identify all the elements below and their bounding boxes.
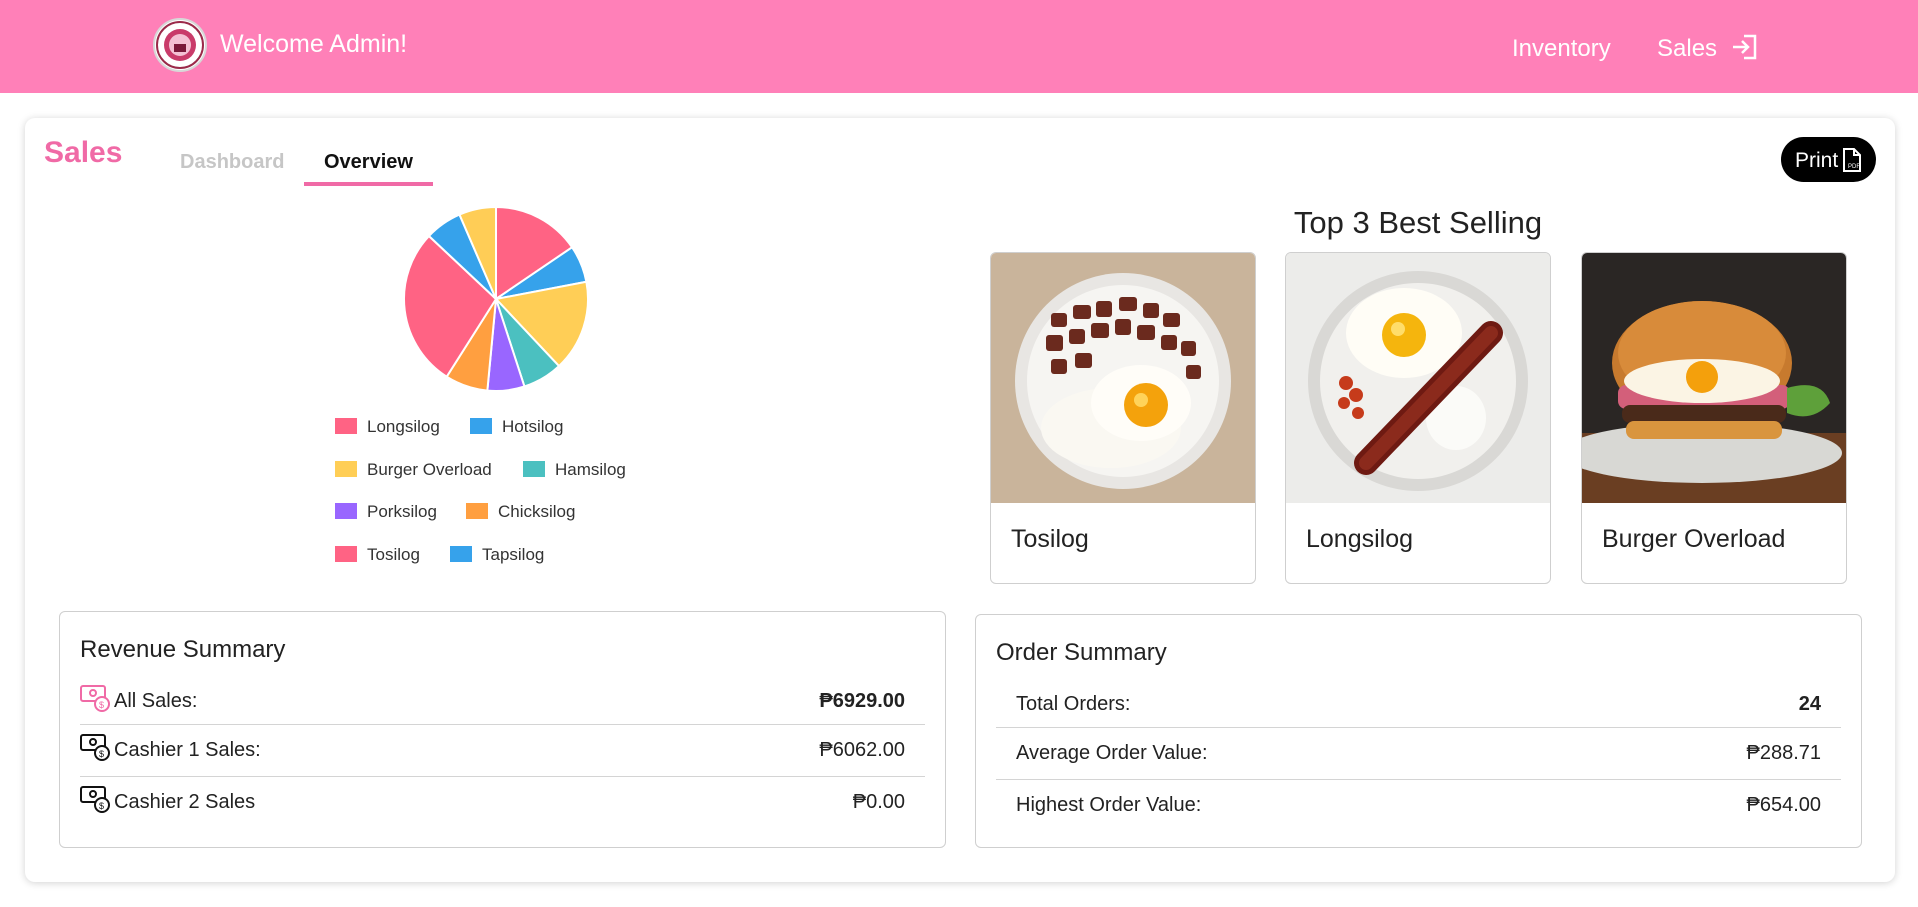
svg-text:PDF: PDF [1848, 164, 1860, 170]
tab-dashboard[interactable]: Dashboard [180, 151, 284, 174]
page-title: Sales [44, 136, 123, 169]
revenue-summary-title: Revenue Summary [80, 636, 286, 663]
svg-text:$: $ [99, 749, 104, 759]
order-value: 24 [1798, 693, 1821, 715]
best-selling-card[interactable]: Longsilog [1285, 252, 1551, 584]
legend-label: Chicksilog [498, 502, 576, 521]
order-summary-title: Order Summary [996, 639, 1167, 666]
order-summary-panel: Order Summary Total Orders: 24 Average O… [975, 614, 1862, 848]
legend-label: Hamsilog [555, 460, 626, 479]
revenue-value: ₱0.00 [852, 791, 905, 813]
legend-label: Tapsilog [482, 545, 545, 564]
order-row-total: Total Orders: 24 [996, 679, 1841, 731]
svg-text:$: $ [99, 700, 104, 710]
revenue-label: Cashier 1 Sales: [114, 739, 261, 761]
order-label: Average Order Value: [1016, 742, 1208, 764]
best-selling-card[interactable]: Burger Overload [1581, 252, 1847, 584]
nav-sales-link[interactable]: Sales [1657, 35, 1717, 63]
legend-swatch [450, 546, 472, 562]
legend-item[interactable]: Hamsilog [523, 460, 626, 480]
legend-label: Tosilog [367, 545, 420, 564]
legend-label: Longsilog [367, 417, 440, 436]
revenue-row-all-sales: $ All Sales: ₱6929.00 [80, 676, 925, 728]
pdf-icon: PDF [1843, 148, 1861, 172]
best-selling-card[interactable]: Tosilog [990, 252, 1256, 584]
burger-photo [1582, 253, 1846, 503]
revenue-value: ₱6929.00 [819, 690, 905, 712]
legend-swatch [523, 461, 545, 477]
revenue-summary-panel: Revenue Summary $ All Sales: ₱6929.00 $ … [59, 611, 946, 848]
legend-item[interactable]: Burger Overload [335, 460, 492, 480]
order-row-average: Average Order Value: ₱288.71 [996, 727, 1841, 780]
legend-item[interactable]: Hotsilog [470, 417, 563, 437]
legend-swatch [335, 503, 357, 519]
best-selling-title: Top 3 Best Selling [1293, 205, 1543, 240]
legend-item[interactable]: Longsilog [335, 417, 440, 437]
order-row-highest: Highest Order Value: ₱654.00 [996, 779, 1841, 832]
revenue-row-cashier-1: $ Cashier 1 Sales: ₱6062.00 [80, 724, 925, 777]
school-logo [153, 18, 207, 72]
longsilog-photo [1286, 253, 1550, 503]
legend-swatch [335, 546, 357, 562]
revenue-label: All Sales: [114, 690, 198, 712]
best-selling-name: Longsilog [1306, 525, 1414, 553]
revenue-value: ₱6062.00 [819, 739, 905, 761]
legend-label: Porksilog [367, 502, 437, 521]
legend-label: Hotsilog [502, 417, 564, 436]
order-value: ₱288.71 [1746, 742, 1821, 764]
order-label: Highest Order Value: [1016, 794, 1202, 816]
nav-inventory-link[interactable]: Inventory [1512, 35, 1611, 63]
svg-text:$: $ [99, 801, 104, 811]
revenue-label: Cashier 2 Sales [114, 791, 256, 813]
revenue-row-cashier-2: $ Cashier 2 Sales ₱0.00 [80, 776, 925, 829]
legend-swatch [335, 418, 357, 434]
legend-item[interactable]: Porksilog [335, 502, 437, 522]
print-button[interactable]: Print PDF [1781, 137, 1876, 182]
best-selling-name: Burger Overload [1602, 525, 1786, 553]
money-icon: $ [80, 786, 110, 813]
best-selling-name: Tosilog [1011, 525, 1089, 553]
sales-pie-chart [402, 205, 590, 393]
money-pink-icon: $ [80, 685, 110, 712]
tosilog-photo [991, 253, 1255, 503]
tab-overview[interactable]: Overview [324, 151, 413, 174]
legend-swatch [470, 418, 492, 434]
welcome-text: Welcome Admin! [220, 30, 408, 58]
legend-item[interactable]: Tapsilog [450, 545, 544, 565]
order-label: Total Orders: [1016, 693, 1131, 715]
legend-label: Burger Overload [367, 460, 492, 479]
order-value: ₱654.00 [1746, 794, 1821, 816]
print-button-label: Print [1795, 149, 1839, 172]
active-tab-indicator [304, 182, 433, 186]
money-icon: $ [80, 734, 110, 761]
legend-swatch [466, 503, 488, 519]
legend-item[interactable]: Chicksilog [466, 502, 575, 522]
legend-item[interactable]: Tosilog [335, 545, 420, 565]
legend-swatch [335, 461, 357, 477]
logout-icon[interactable] [1730, 32, 1760, 62]
